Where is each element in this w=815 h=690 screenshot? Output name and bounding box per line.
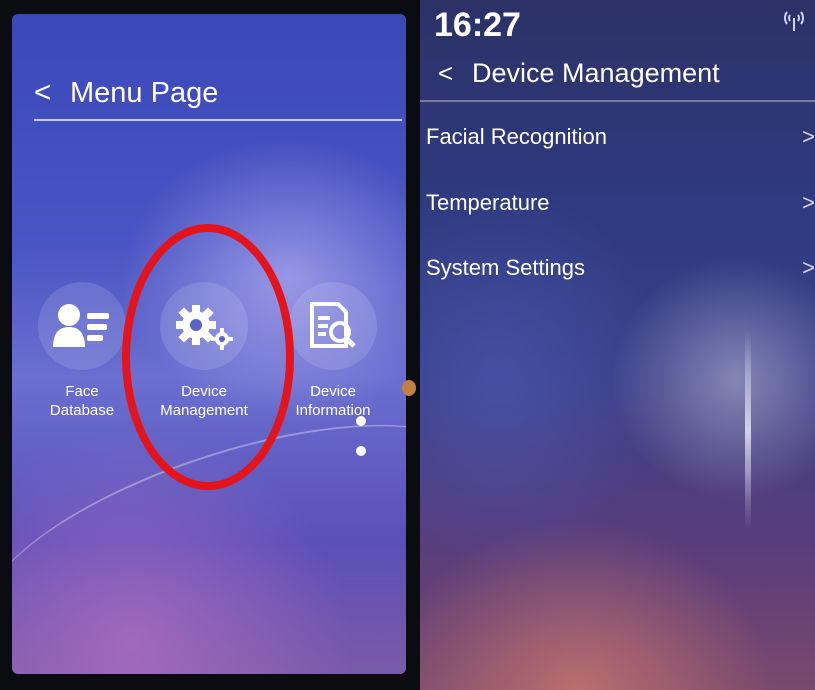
app-label: Device Information xyxy=(295,383,371,419)
header-divider xyxy=(34,119,402,121)
menu-item-system-settings[interactable]: System Settings > xyxy=(426,255,815,281)
menu-item-label: Facial Recognition xyxy=(426,124,607,149)
app-label: Face Database xyxy=(49,383,115,419)
highlight-circle xyxy=(122,224,294,490)
face-database-button[interactable]: Face Database xyxy=(30,282,134,420)
status-time: 16:27 xyxy=(434,6,521,44)
document-search-icon xyxy=(289,282,377,370)
light-streak xyxy=(745,330,751,530)
chevron-right-icon: > xyxy=(802,255,815,280)
back-button[interactable]: < xyxy=(34,76,70,110)
device-information-button[interactable]: Device Information xyxy=(281,282,385,420)
signal-icon xyxy=(781,8,807,37)
page-indicator-dot xyxy=(356,446,366,456)
device-knob xyxy=(402,380,416,396)
device-management-header: < Device Management xyxy=(438,58,720,89)
chevron-right-icon: > xyxy=(802,124,815,149)
menu-item-facial-recognition[interactable]: Facial Recognition > xyxy=(426,124,815,150)
face-database-icon xyxy=(38,282,126,370)
screen-divider xyxy=(406,0,420,690)
page-title: Device Management xyxy=(472,58,720,88)
page-title: Menu Page xyxy=(70,76,219,109)
menu-page-header: < Menu Page xyxy=(34,76,218,110)
menu-item-temperature[interactable]: Temperature > xyxy=(426,190,815,216)
menu-item-label: Temperature xyxy=(426,190,550,215)
back-button[interactable]: < xyxy=(438,58,472,89)
chevron-right-icon: > xyxy=(802,190,815,215)
device-management-screen: 16:27 < Device Management Facial Recogni… xyxy=(420,0,815,690)
page-indicator-dot xyxy=(356,416,366,426)
header-divider xyxy=(420,100,815,102)
menu-item-label: System Settings xyxy=(426,255,585,280)
